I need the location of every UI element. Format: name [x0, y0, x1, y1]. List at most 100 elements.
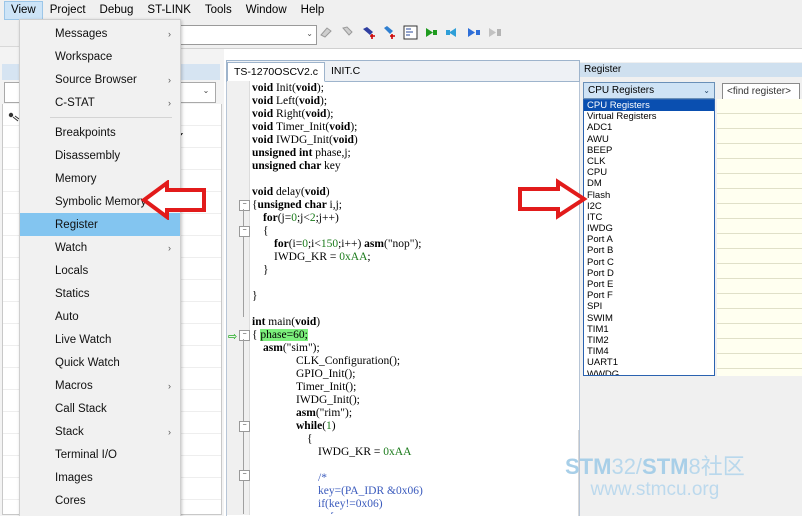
register-group-option[interactable]: Port D — [584, 268, 714, 279]
menu-item-statics[interactable]: Statics — [20, 282, 180, 305]
code-token: void — [295, 82, 317, 94]
register-group-option[interactable]: SPI — [584, 301, 714, 312]
menubar-item-tools[interactable]: Tools — [198, 1, 239, 20]
register-panel-title: Register — [580, 63, 802, 77]
menu-item-label: Breakpoints — [55, 126, 116, 139]
code-token: Timer_Init( — [275, 121, 330, 133]
register-group-option[interactable]: Port B — [584, 245, 714, 256]
register-group-option[interactable]: TIM2 — [584, 335, 714, 346]
register-group-option[interactable]: CPU — [584, 167, 714, 178]
editor-gutter[interactable] — [227, 81, 250, 515]
code-token: key — [324, 160, 341, 172]
watermark-32: 32/ — [611, 454, 643, 479]
register-group-option[interactable]: Port C — [584, 257, 714, 268]
menu-item-stack[interactable]: Stack › — [20, 420, 180, 443]
menubar-item-project[interactable]: Project — [43, 1, 93, 20]
code-token: unsigned char — [257, 199, 330, 211]
fold-marker[interactable]: − — [239, 200, 250, 211]
register-group-option[interactable]: SWIM — [584, 313, 714, 324]
step-into-icon[interactable] — [339, 24, 356, 41]
go-icon[interactable] — [423, 24, 440, 41]
menu-item-quick-watch[interactable]: Quick Watch — [20, 351, 180, 374]
code-token: IWDG_Init( — [275, 134, 333, 146]
menu-item-macros[interactable]: Macros › — [20, 374, 180, 397]
code-token: /* — [318, 472, 327, 484]
code-token: IWDG_KR = — [274, 251, 340, 263]
register-group-option[interactable]: I2C — [584, 201, 714, 212]
menubar-item-debug[interactable]: Debug — [93, 1, 141, 20]
step-out-icon[interactable] — [360, 24, 377, 41]
register-group-option[interactable]: UART1 — [584, 357, 714, 368]
fold-marker[interactable]: − — [239, 330, 250, 341]
chevron-down-icon[interactable]: ⌄ — [199, 86, 213, 95]
menubar-item-view[interactable]: View — [4, 0, 43, 20]
menu-item-label: Call Stack — [55, 402, 107, 415]
code-token: IWDG_KR = — [318, 446, 384, 458]
register-value-grid[interactable] — [717, 99, 802, 376]
menu-item-source-browser[interactable]: Source Browser › — [20, 68, 180, 91]
stop-debugging-icon[interactable] — [486, 24, 503, 41]
register-group-option[interactable]: CPU Registers — [584, 100, 714, 112]
menubar-item-st-link[interactable]: ST-LINK — [140, 1, 197, 20]
code-line: { — [252, 511, 570, 514]
register-group-dropdown-list[interactable]: CPU Registers Virtual Registers ADC1 AWU BEE… — [583, 99, 715, 376]
menu-item-label: Messages — [55, 27, 108, 40]
menu-item-messages[interactable]: Messages › — [20, 22, 180, 45]
menubar-item-window[interactable]: Window — [239, 1, 294, 20]
code-token: void — [252, 108, 276, 120]
menu-item-terminal-i-o[interactable]: Terminal I/O — [20, 443, 180, 466]
register-group-option[interactable]: Port E — [584, 279, 714, 290]
menu-item-live-watch[interactable]: Live Watch — [20, 328, 180, 351]
reset-icon[interactable] — [465, 24, 482, 41]
menu-item-c-stat[interactable]: C-STAT › — [20, 91, 180, 114]
code-token: ); — [320, 95, 328, 107]
step-over-icon[interactable] — [318, 24, 335, 41]
register-group-option[interactable]: Virtual Registers — [584, 111, 714, 122]
menu-item-label: Auto — [55, 310, 79, 323]
fold-marker[interactable]: − — [239, 226, 250, 237]
register-group-option[interactable]: Port F — [584, 290, 714, 301]
code-line: IWDG_KR = 0xAA — [252, 446, 570, 459]
register-group-combo[interactable]: CPU Registers ⌄ — [583, 82, 715, 99]
fold-marker[interactable]: − — [239, 421, 250, 432]
register-group-option[interactable]: TIM1 — [584, 324, 714, 335]
menu-item-call-stack[interactable]: Call Stack — [20, 397, 180, 420]
register-group-option[interactable]: IWDG — [584, 223, 714, 234]
editor-tab-active[interactable]: TS-1270OSCV2.c — [227, 62, 326, 82]
register-group-option[interactable]: ADC1 — [584, 122, 714, 133]
register-group-option[interactable]: DM — [584, 178, 714, 189]
menu-item-cores[interactable]: Cores — [20, 489, 180, 512]
menu-item-breakpoints[interactable]: Breakpoints — [20, 121, 180, 144]
break-icon[interactable] — [444, 24, 461, 41]
next-statement-icon[interactable] — [381, 24, 398, 41]
menu-item-workspace[interactable]: Workspace — [20, 45, 180, 68]
code-line: asm("sim"); — [252, 342, 570, 355]
chevron-down-icon[interactable]: ⌄ — [703, 86, 710, 95]
register-group-option[interactable]: ITC — [584, 212, 714, 223]
chevron-down-icon[interactable]: ⌄ — [306, 29, 313, 38]
editor-tab-inactive[interactable]: INIT.C — [325, 62, 366, 80]
fold-marker[interactable]: − — [239, 470, 250, 481]
register-group-option[interactable]: AWU — [584, 134, 714, 145]
menu-item-disassembly[interactable]: Disassembly — [20, 144, 180, 167]
register-group-option[interactable]: TIM4 — [584, 346, 714, 357]
menu-item-auto[interactable]: Auto — [20, 305, 180, 328]
register-find-input[interactable]: <find register> — [722, 83, 800, 100]
debug-toolbar-combo[interactable]: ⌄ — [172, 25, 317, 45]
menubar-item-help[interactable]: Help — [294, 1, 332, 20]
code-token: ) — [325, 186, 330, 198]
register-group-option[interactable]: Port A — [584, 234, 714, 245]
run-to-cursor-icon[interactable] — [402, 24, 419, 41]
register-group-option[interactable]: BEEP — [584, 145, 714, 156]
menu-item-watch[interactable]: Watch › — [20, 236, 180, 259]
register-group-option[interactable]: WWDG — [584, 369, 714, 376]
menu-item-locals[interactable]: Locals — [20, 259, 180, 282]
register-group-option[interactable]: CLK — [584, 156, 714, 167]
view-menu-dropdown[interactable]: Messages › Workspace Source Browser › C-STAT ›… — [19, 19, 181, 516]
code-token: ;i< — [307, 238, 321, 250]
editor-code-text[interactable]: void Init(void); void Left(void); void Rig… — [252, 82, 570, 514]
code-token: ("sim"); — [282, 342, 320, 354]
register-group-option[interactable]: Flash — [584, 190, 714, 201]
menu-item-images[interactable]: Images — [20, 466, 180, 489]
chevron-right-icon: › — [168, 97, 171, 108]
